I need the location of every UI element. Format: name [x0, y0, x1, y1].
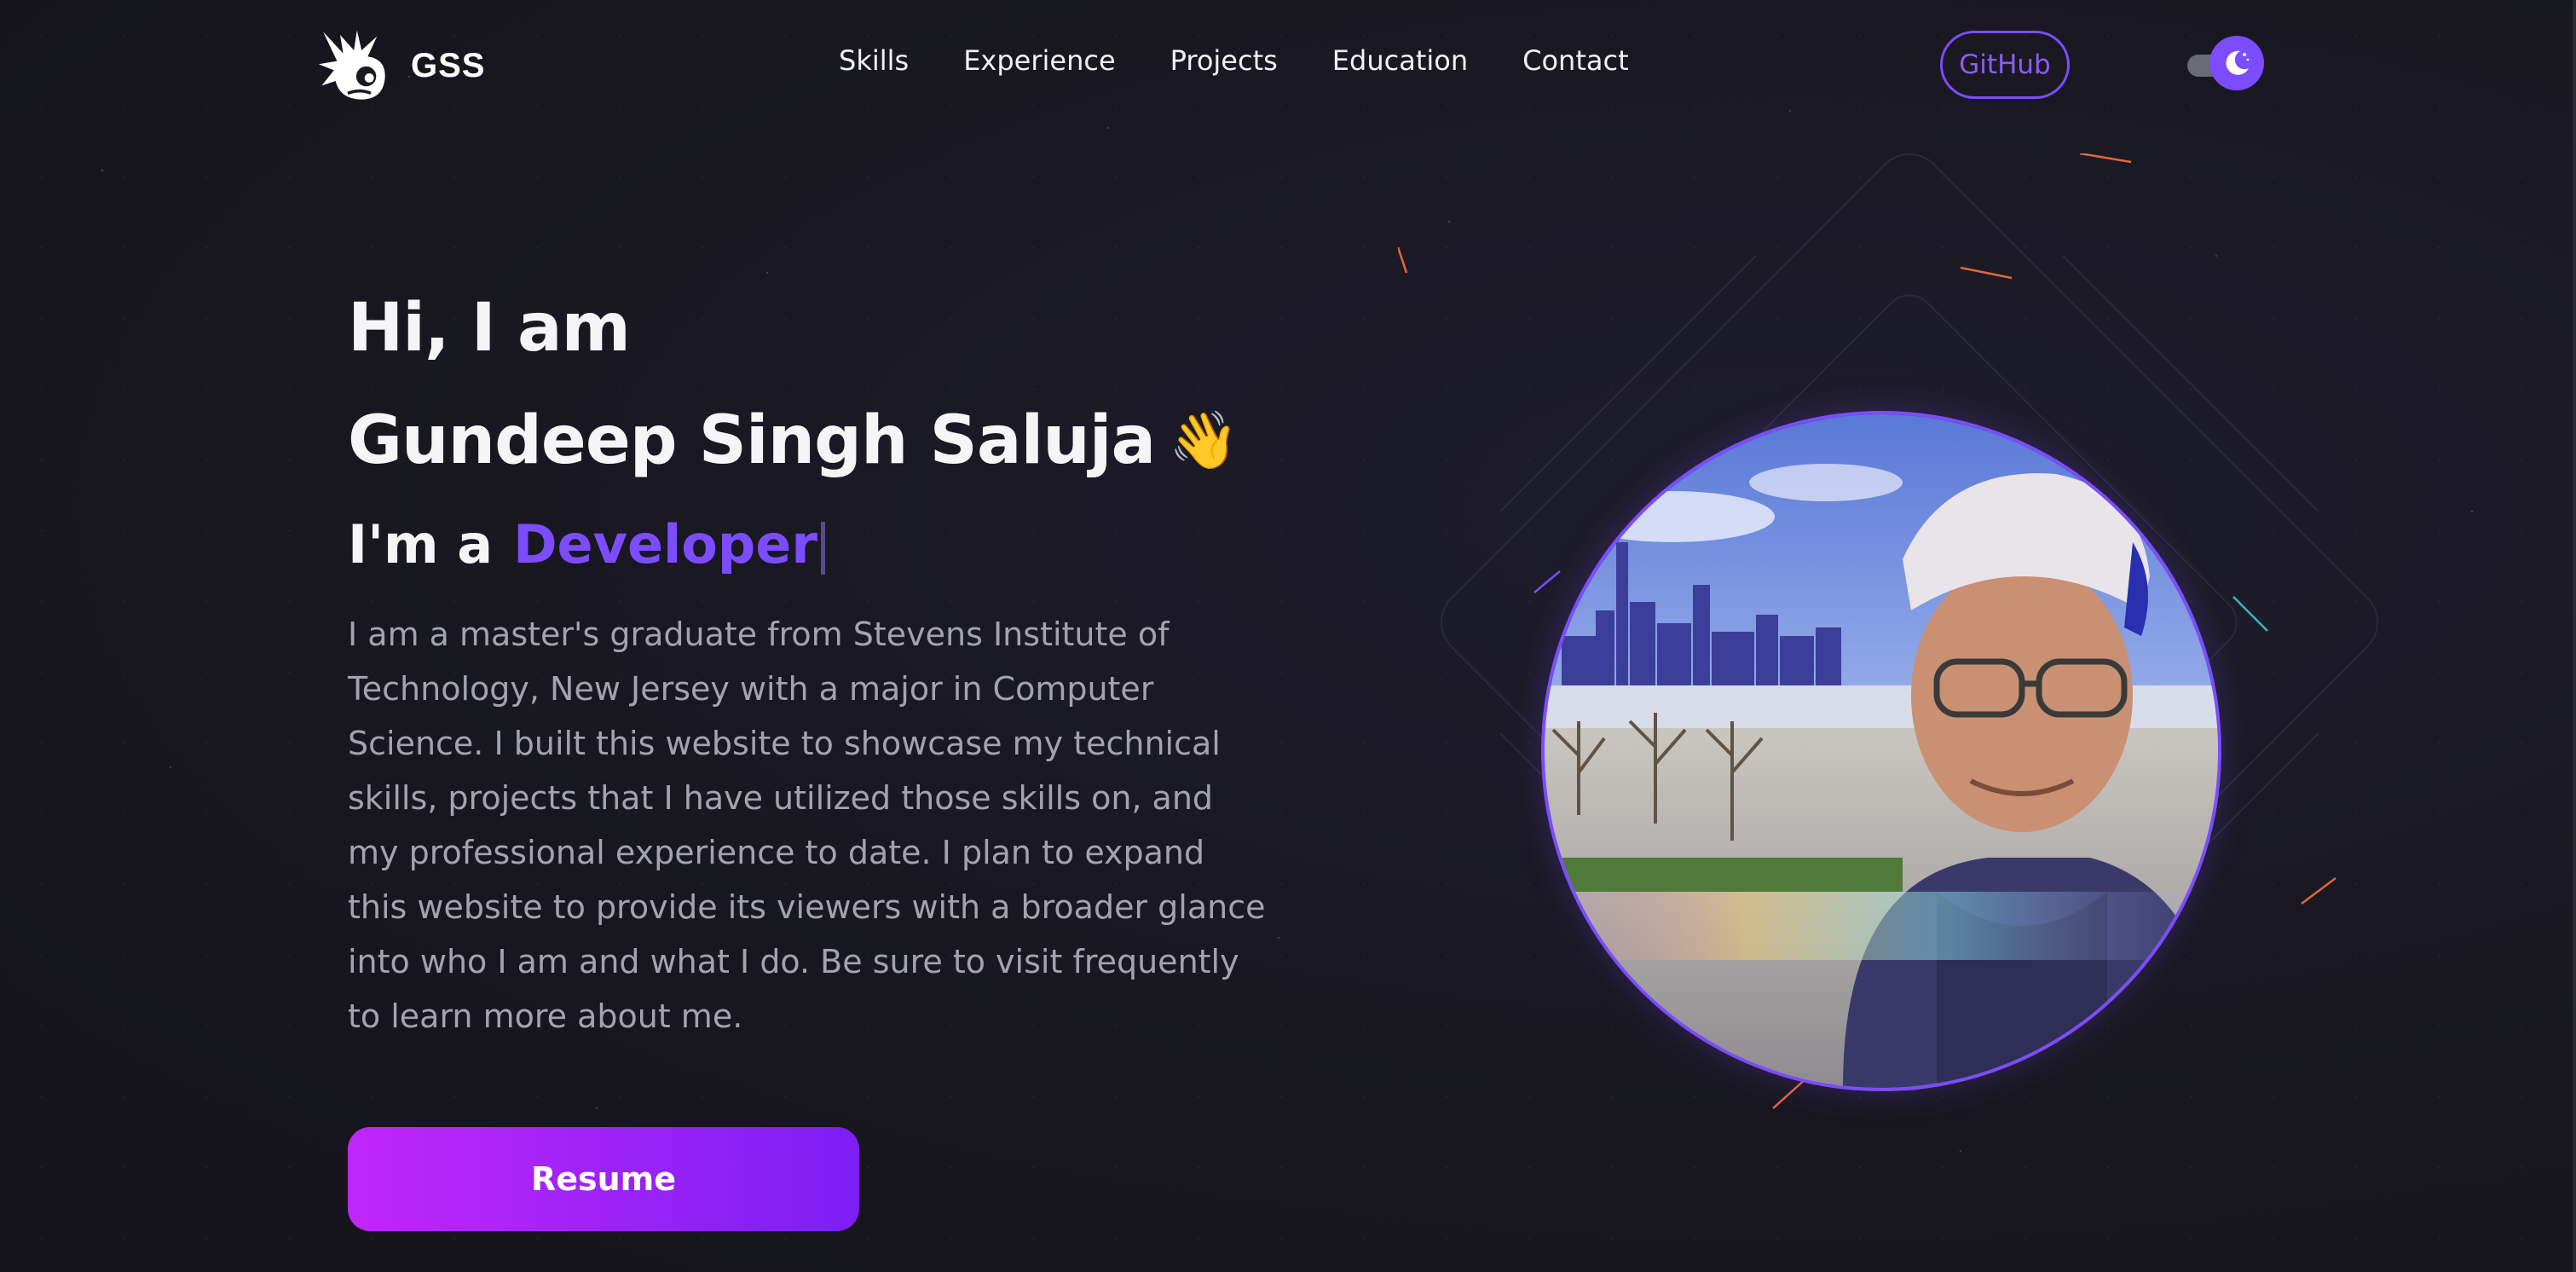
nav-link-skills[interactable]: Skills: [839, 44, 909, 77]
name-text: Gundeep Singh Saluja: [348, 402, 1156, 479]
name-heading: Gundeep Singh Saluja 👋: [348, 394, 1285, 488]
greeting-heading: Hi, I am: [348, 290, 631, 367]
typing-cursor: [820, 521, 825, 575]
profile-photo: [1541, 411, 2221, 1091]
moon-icon: [2226, 50, 2250, 75]
hero-intro: Hi, I am Gundeep Singh Saluja 👋 I'm a De…: [348, 281, 1285, 1044]
portrait-illustration: [1545, 414, 2218, 1088]
role-word: Developer: [513, 513, 817, 575]
theme-toggle[interactable]: [2187, 34, 2264, 94]
logo[interactable]: GSS: [317, 27, 485, 104]
wave-icon: 👋: [1169, 408, 1239, 473]
role-prefix: I'm a: [348, 513, 494, 575]
nav-link-experience[interactable]: Experience: [963, 44, 1115, 77]
bio-paragraph: I am a master's graduate from Stevens In…: [348, 616, 1266, 1035]
page: GSS Skills Experience Projects Education…: [0, 0, 2576, 1272]
window-edge: [2573, 0, 2576, 1272]
github-button[interactable]: GitHub: [1940, 31, 2070, 99]
role-line: I'm a Developer: [348, 506, 1285, 583]
typewriter: Developer: [513, 506, 825, 583]
resume-button[interactable]: Resume: [348, 1127, 859, 1231]
logo-text: GSS: [411, 46, 486, 84]
nav-links: Skills Experience Projects Education Con…: [839, 44, 1629, 77]
top-navigation: GSS Skills Experience Projects Education…: [0, 0, 2576, 132]
nav-link-education[interactable]: Education: [1332, 44, 1468, 77]
logo-icon: [318, 30, 385, 100]
nav-link-projects[interactable]: Projects: [1170, 44, 1278, 77]
toggle-knob: [2209, 36, 2264, 90]
nav-link-contact[interactable]: Contact: [1522, 44, 1629, 77]
